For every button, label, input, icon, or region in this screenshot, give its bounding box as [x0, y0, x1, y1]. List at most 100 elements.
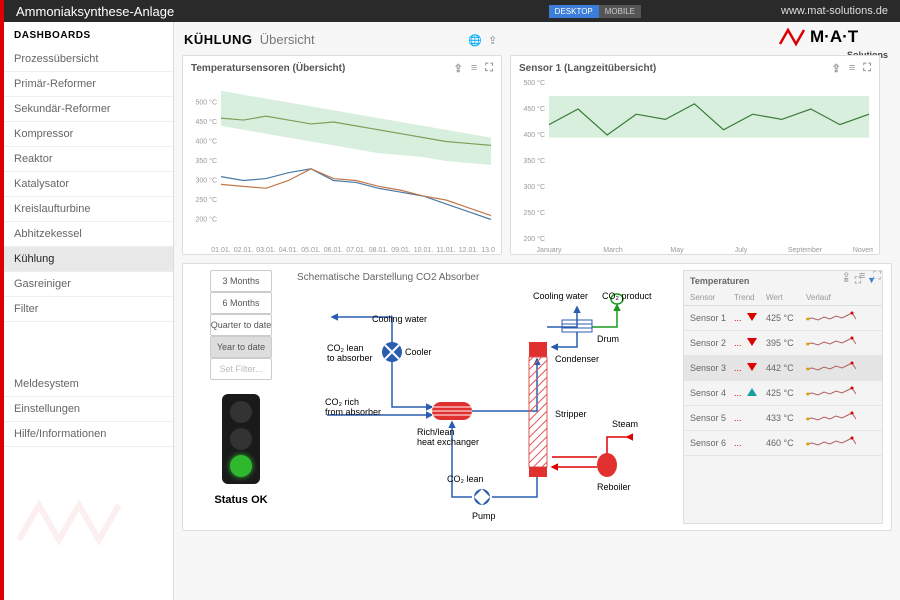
- sidebar: DASHBOARDS ProzessübersichtPrimär-Reform…: [4, 22, 174, 600]
- sidebar-item-kühlung[interactable]: Kühlung: [4, 247, 173, 272]
- view-toggle: DESKTOP MOBILE: [549, 5, 641, 18]
- chart2-title: Sensor 1 (Langzeitübersicht): [519, 63, 656, 74]
- svg-text:500 °C: 500 °C: [196, 99, 217, 107]
- filter-quarter-to-date[interactable]: Quarter to date: [210, 314, 273, 336]
- svg-text:06.01.: 06.01.: [324, 247, 344, 254]
- chart-temps-overview: Temperatursensoren (Übersicht) ⇪ ≡ ⛶ 200 °…: [182, 55, 502, 255]
- filter-set-filter...[interactable]: Set Filter...: [210, 358, 273, 380]
- svg-text:May: May: [670, 247, 684, 254]
- sidebar-item-kreislaufturbine[interactable]: Kreislaufturbine: [4, 197, 173, 222]
- sidebar-item-filter[interactable]: Filter: [4, 297, 173, 322]
- svg-text:Rich/leanheat exchanger: Rich/leanheat exchanger: [417, 427, 479, 447]
- light-green: [230, 455, 252, 477]
- sidebar-footer-einstellungen[interactable]: Einstellungen: [4, 397, 173, 422]
- status-label: Status OK: [214, 494, 267, 506]
- settings-icon[interactable]: ≡: [859, 270, 865, 283]
- chart1-svg: 200 °C 250 °C 300 °C 350 °C 400 °C 450 °C 500 …: [191, 79, 495, 255]
- svg-text:05.01.: 05.01.: [301, 247, 321, 254]
- svg-text:200 °C: 200 °C: [524, 235, 545, 243]
- svg-text:500 °C: 500 °C: [524, 79, 545, 87]
- svg-text:250 °C: 250 °C: [196, 196, 217, 204]
- svg-text:Condenser: Condenser: [555, 354, 599, 364]
- svg-text:450 °C: 450 °C: [196, 118, 217, 126]
- temp-cols: SensorTrendWertVerlauf: [684, 290, 882, 306]
- svg-text:350 °C: 350 °C: [524, 157, 545, 165]
- diagram-card: ⇪ ≡ ⛶ 3 Months6 MonthsQuarter to dateYear …: [182, 263, 892, 531]
- export-icon[interactable]: ⇪: [842, 270, 851, 283]
- temp-row[interactable]: Sensor 1... 425 °C: [684, 306, 882, 331]
- svg-text:400 °C: 400 °C: [196, 138, 217, 146]
- app-title: Ammoniaksynthese-Anlage: [16, 4, 549, 19]
- filter-year-to-date[interactable]: Year to date: [210, 336, 273, 358]
- sidebar-item-primär-reformer[interactable]: Primär-Reformer: [4, 72, 173, 97]
- svg-text:November: November: [853, 247, 873, 254]
- expand-icon[interactable]: ⛶: [863, 62, 871, 75]
- share-icon[interactable]: ⇪: [488, 35, 497, 47]
- filter-panel: 3 Months6 MonthsQuarter to dateYear to d…: [191, 270, 291, 524]
- sidebar-item-prozessübersicht[interactable]: Prozessübersicht: [4, 47, 173, 72]
- svg-text:July: July: [735, 247, 748, 254]
- temp-row[interactable]: Sensor 4... 425 °C: [684, 381, 882, 406]
- svg-text:200 °C: 200 °C: [196, 216, 217, 224]
- mobile-toggle[interactable]: MOBILE: [599, 5, 641, 18]
- svg-text:300 °C: 300 °C: [524, 183, 545, 191]
- svg-text:CO₂ richfrom absorber: CO₂ richfrom absorber: [325, 397, 381, 417]
- svg-text:01.01.: 01.01.: [211, 247, 231, 254]
- settings-icon[interactable]: ≡: [471, 62, 477, 75]
- globe-icon[interactable]: 🌐: [468, 35, 482, 47]
- svg-text:250 °C: 250 °C: [524, 209, 545, 217]
- sidebar-footer-hilfe/informationen[interactable]: Hilfe/Informationen: [4, 422, 173, 447]
- svg-text:September: September: [788, 247, 823, 254]
- temp-row[interactable]: Sensor 3... 442 °C: [684, 356, 882, 381]
- filter-3-months[interactable]: 3 Months: [210, 270, 273, 292]
- sidebar-item-sekundär-reformer[interactable]: Sekundär-Reformer: [4, 97, 173, 122]
- svg-text:Cooling water: Cooling water: [372, 314, 427, 324]
- chart1-title: Temperatursensoren (Übersicht): [191, 63, 345, 74]
- process-diagram: Schematische Darstellung CO2 Absorber Co…: [297, 270, 677, 524]
- svg-text:07.01.: 07.01.: [346, 247, 366, 254]
- svg-text:10.01.: 10.01.: [414, 247, 434, 254]
- export-icon[interactable]: ⇪: [832, 62, 841, 75]
- temp-row[interactable]: Sensor 5... 433 °C: [684, 406, 882, 431]
- logo-icon: M·A·T: [778, 24, 888, 50]
- sidebar-item-katalysator[interactable]: Katalysator: [4, 172, 173, 197]
- svg-text:300 °C: 300 °C: [196, 177, 217, 185]
- sidebar-item-reaktor[interactable]: Reaktor: [4, 147, 173, 172]
- svg-text:350 °C: 350 °C: [196, 157, 217, 165]
- diagram-svg: Cooling waterCoolerCO₂ leanto absorberCO…: [297, 287, 667, 527]
- sidebar-footer-meldesystem[interactable]: Meldesystem: [4, 372, 173, 397]
- sidebar-item-kompressor[interactable]: Kompressor: [4, 122, 173, 147]
- temp-title: Temperaturen: [690, 276, 749, 286]
- chart-sensor1-long: Sensor 1 (Langzeitübersicht) ⇪ ≡ ⛶ 200 °C 2…: [510, 55, 880, 255]
- content-area: M·A·T Solutions KÜHLUNG Übersicht 🌐 ⇪ Te…: [174, 22, 900, 600]
- light-red: [230, 401, 252, 423]
- temp-row[interactable]: Sensor 6... 460 °C: [684, 431, 882, 456]
- svg-text:02.01.: 02.01.: [234, 247, 254, 254]
- temperature-table: Temperaturen ≡⛶▼ SensorTrendWertVerlauf …: [683, 270, 883, 524]
- site-url: www.mat-solutions.de: [781, 5, 888, 17]
- svg-text:13.01.: 13.01.: [481, 247, 495, 254]
- svg-text:March: March: [603, 247, 623, 254]
- svg-text:450 °C: 450 °C: [524, 105, 545, 113]
- svg-text:Drum: Drum: [597, 334, 619, 344]
- sidebar-item-gasreiniger[interactable]: Gasreiniger: [4, 272, 173, 297]
- svg-text:M·A·T: M·A·T: [810, 27, 859, 46]
- svg-text:08.01.: 08.01.: [369, 247, 389, 254]
- filter-6-months[interactable]: 6 Months: [210, 292, 273, 314]
- light-yellow: [230, 428, 252, 450]
- svg-text:Steam: Steam: [612, 419, 638, 429]
- sidebar-item-abhitzekessel[interactable]: Abhitzekessel: [4, 222, 173, 247]
- svg-text:CO₂ lean: CO₂ lean: [447, 474, 484, 484]
- svg-text:400 °C: 400 °C: [524, 131, 545, 139]
- topbar: Ammoniaksynthese-Anlage DESKTOP MOBILE w…: [0, 0, 900, 22]
- desktop-toggle[interactable]: DESKTOP: [549, 5, 599, 18]
- export-icon[interactable]: ⇪: [454, 62, 463, 75]
- svg-text:11.01.: 11.01.: [437, 247, 456, 254]
- bg-logo-icon: [14, 490, 134, 560]
- expand-icon[interactable]: ⛶: [873, 270, 881, 283]
- expand-icon[interactable]: ⛶: [485, 62, 493, 75]
- svg-text:04.01.: 04.01.: [279, 247, 299, 254]
- temp-row[interactable]: Sensor 2... 395 °C: [684, 331, 882, 356]
- traffic-light: [222, 394, 260, 484]
- settings-icon[interactable]: ≡: [849, 62, 855, 75]
